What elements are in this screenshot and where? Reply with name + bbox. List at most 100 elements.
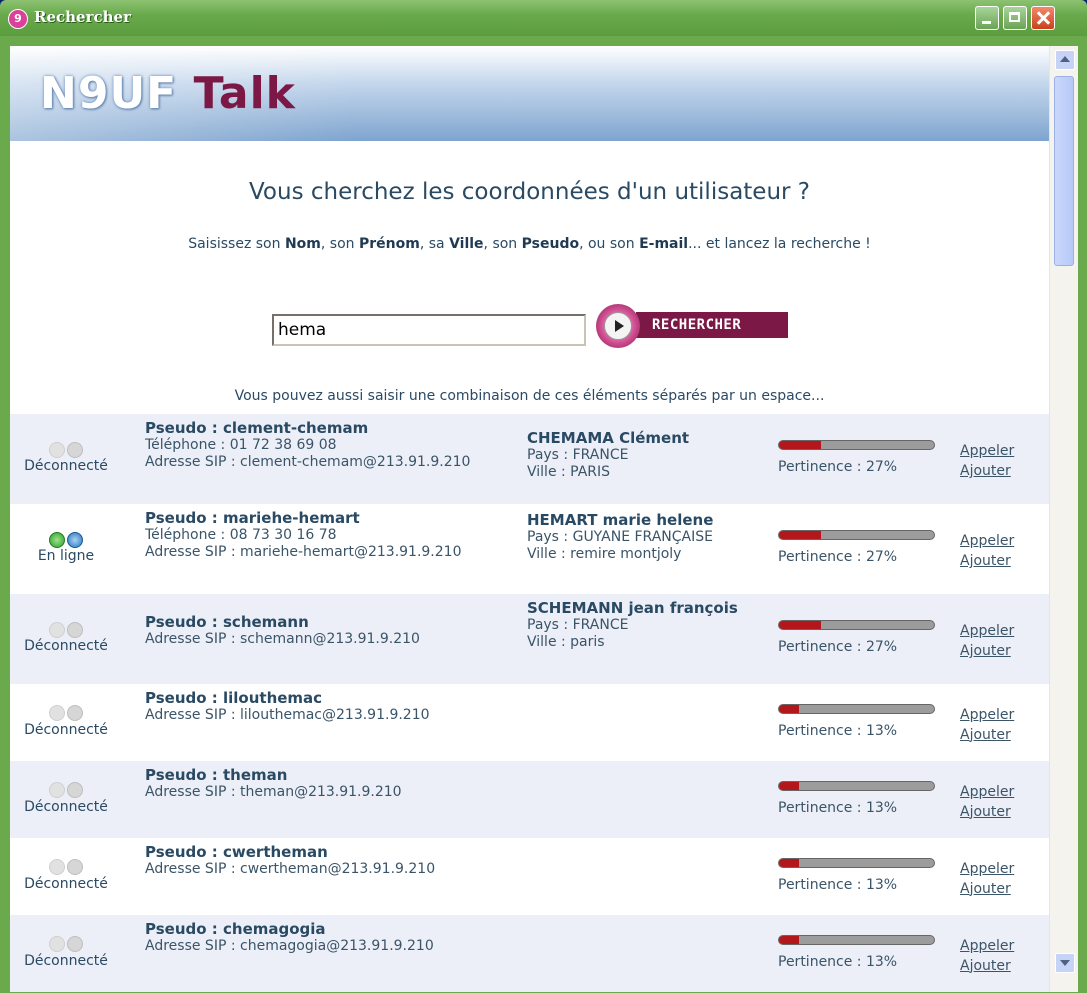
sip-address: Adresse SIP : clement-chemam@213.91.9.21… — [145, 454, 471, 470]
relevance-bar — [778, 440, 935, 450]
sip-address: Adresse SIP : theman@213.91.9.210 — [145, 784, 402, 800]
instr-prenom: Prénom — [358, 236, 420, 252]
row-actions: Appeler Ajouter — [960, 705, 1030, 745]
relevance: Pertinence : 27% — [778, 530, 943, 565]
call-link[interactable]: Appeler — [960, 621, 1030, 641]
instr-pseudo: Pseudo — [521, 236, 580, 252]
add-link[interactable]: Ajouter — [960, 461, 1030, 481]
logo: N9UF Talk — [40, 68, 296, 119]
globe-icon — [67, 782, 83, 798]
phone-icon — [49, 936, 65, 952]
add-link[interactable]: Ajouter — [960, 641, 1030, 661]
relevance-label: Pertinence : 27% — [778, 639, 898, 655]
relevance-label: Pertinence : 13% — [778, 722, 898, 739]
instr-ville: Ville — [449, 236, 484, 252]
relevance-fill — [779, 531, 821, 539]
search-input[interactable] — [272, 314, 586, 346]
globe-icon — [67, 859, 83, 875]
sip-address: Adresse SIP : chemagogia@213.91.9.210 — [145, 938, 434, 954]
phone-number: Téléphone : 08 73 30 16 78 — [145, 527, 337, 543]
result-row: Déconnecté Pseudo : clement-chemam Télépho… — [10, 414, 1049, 504]
search-button[interactable]: RECHERCHER — [596, 302, 791, 350]
relevance: Pertinence : 13% — [778, 703, 943, 739]
presence-status: Déconnecté — [10, 934, 122, 969]
phone-icon — [49, 621, 65, 638]
globe-icon — [67, 621, 83, 638]
identity-info: SCHEMANN jean françois Pays : FRANCE Ville… — [527, 600, 762, 651]
result-row: Déconnecté Pseudo : schemann Adresse SIP :… — [10, 594, 1049, 684]
call-link[interactable]: Appeler — [960, 936, 1030, 956]
identity-info: CHEMAMA Clément Pays : FRANCE Ville : PARI… — [527, 430, 762, 481]
relevance-fill — [779, 621, 821, 629]
contact-info: Pseudo : mariehe-hemart Téléphone : 08 73… — [145, 510, 515, 561]
presence-status: Déconnecté — [10, 703, 122, 738]
globe-icon — [67, 441, 83, 458]
pseudo: Pseudo : chemagogia — [145, 920, 326, 938]
vertical-scrollbar[interactable] — [1049, 46, 1078, 992]
relevance-fill — [779, 441, 821, 449]
presence-status: Déconnecté — [10, 780, 122, 815]
relevance: Pertinence : 27% — [778, 440, 943, 475]
result-row: Déconnecté Pseudo : lilouthemac Adresse SI… — [10, 684, 1049, 761]
instructions: Saisissez son Nom, son Prénom, sa Ville,… — [10, 236, 1049, 252]
scroll-down-icon[interactable] — [1055, 953, 1075, 973]
call-link[interactable]: Appeler — [960, 441, 1030, 461]
globe-icon — [67, 936, 83, 952]
call-link[interactable]: Appeler — [960, 859, 1030, 879]
search-hint: Vous pouvez aussi saisir une combinaison… — [234, 388, 825, 404]
pseudo: Pseudo : lilouthemac — [145, 689, 323, 707]
relevance-bar — [778, 780, 935, 791]
city: Ville : PARIS — [527, 464, 611, 480]
window-frame: N9UF Talk Vous cherchez les coordonnées … — [0, 36, 1087, 993]
close-button[interactable] — [1031, 6, 1055, 30]
relevance-label: Pertinence : 27% — [778, 459, 898, 475]
status-text: Déconnecté — [24, 952, 108, 969]
status-text: Déconnecté — [24, 798, 108, 815]
add-link[interactable]: Ajouter — [960, 802, 1030, 822]
sip-address: Adresse SIP : cwertheman@213.91.9.210 — [145, 861, 436, 877]
relevance-bar — [778, 530, 935, 540]
page-title: Vous cherchez les coordonnées d'un utili… — [248, 179, 811, 205]
relevance-label: Pertinence : 13% — [778, 876, 898, 893]
row-actions: Appeler Ajouter — [960, 936, 1030, 976]
result-row: Déconnecté Pseudo : cwertheman Adresse SIP… — [10, 838, 1049, 915]
pseudo: Pseudo : schemann — [145, 613, 309, 631]
relevance: Pertinence : 27% — [778, 620, 943, 655]
add-link[interactable]: Ajouter — [960, 725, 1030, 745]
relevance: Pertinence : 13% — [778, 934, 943, 970]
phone-icon — [49, 782, 65, 798]
globe-icon — [67, 705, 83, 721]
add-link[interactable]: Ajouter — [960, 879, 1030, 899]
phone-icon — [49, 705, 65, 721]
instr-nom: Nom — [284, 236, 321, 252]
relevance-label: Pertinence : 13% — [778, 799, 898, 816]
phone-icon — [49, 859, 65, 875]
full-name: HEMART marie helene — [527, 511, 714, 529]
maximize-button[interactable] — [1003, 6, 1027, 30]
scroll-up-icon[interactable] — [1055, 50, 1075, 70]
row-actions: Appeler Ajouter — [960, 441, 1030, 481]
pseudo: Pseudo : clement-chemam — [145, 419, 369, 437]
call-link[interactable]: Appeler — [960, 705, 1030, 725]
minimize-button[interactable] — [975, 6, 999, 30]
full-name: CHEMAMA Clément — [527, 429, 690, 447]
result-row: En ligne Pseudo : mariehe-hemart Téléphone… — [10, 504, 1049, 594]
contact-info: Pseudo : schemann Adresse SIP : schemann@… — [145, 614, 515, 648]
pseudo: Pseudo : theman — [145, 766, 288, 784]
status-text: En ligne — [37, 548, 95, 564]
call-link[interactable]: Appeler — [960, 782, 1030, 802]
contact-info: Pseudo : lilouthemac Adresse SIP : lilout… — [145, 690, 515, 724]
window-title: Rechercher — [34, 8, 131, 26]
search-window: 9 Rechercher N9UF Talk Vous cherchez les… — [0, 0, 1087, 993]
call-link[interactable]: Appeler — [960, 531, 1030, 551]
logo-brand: N9UF — [40, 68, 178, 119]
relevance-label: Pertinence : 13% — [778, 953, 898, 970]
row-actions: Appeler Ajouter — [960, 859, 1030, 899]
add-link[interactable]: Ajouter — [960, 956, 1030, 976]
scroll-thumb[interactable] — [1054, 76, 1074, 266]
title-bar[interactable]: 9 Rechercher — [0, 0, 1087, 36]
add-link[interactable]: Ajouter — [960, 551, 1030, 571]
contact-info: Pseudo : clement-chemam Téléphone : 01 72… — [145, 420, 515, 471]
relevance-bar — [778, 934, 935, 945]
instr-text: , ou son — [579, 236, 640, 252]
